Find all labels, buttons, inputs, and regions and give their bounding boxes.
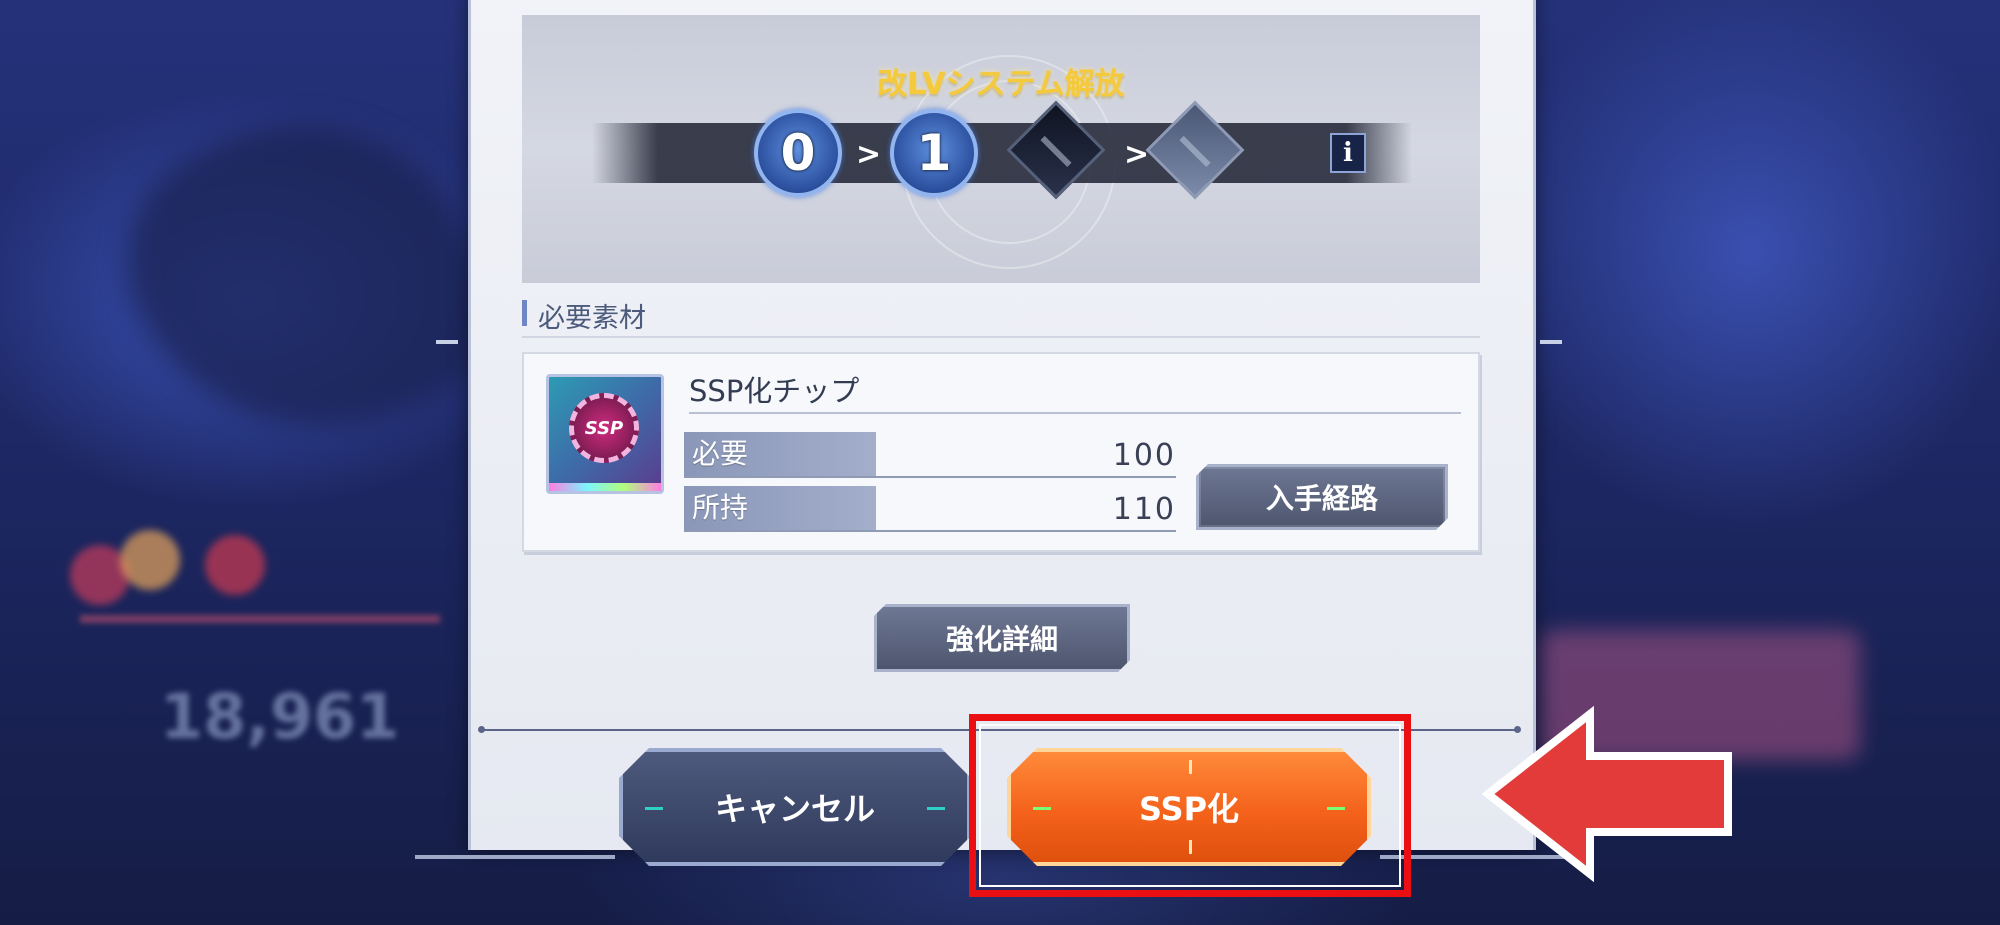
rarity-strip (549, 483, 661, 491)
material-card: SSP SSP化チップ 必要 100 所持 110 入手経路 (522, 352, 1480, 552)
required-label: 必要 (684, 432, 876, 476)
divider (689, 412, 1461, 414)
material-name: SSP化チップ (689, 374, 860, 408)
acquisition-route-button[interactable]: 入手経路 (1196, 464, 1448, 530)
info-button[interactable]: i (1330, 133, 1366, 173)
level-track (592, 123, 1412, 183)
section-marker (522, 300, 527, 326)
arrow-right-icon: > (1124, 137, 1150, 172)
frame-tick (436, 340, 458, 344)
background-badge (205, 535, 265, 595)
frame-edge (415, 855, 615, 859)
section-title: 必要素材 (538, 303, 646, 334)
red-arrow-icon (1481, 706, 1732, 882)
rank-emblem-icon (1145, 100, 1245, 200)
owned-value: 110 (1112, 492, 1176, 527)
button-accent (645, 807, 663, 810)
highlight-inner-border (979, 724, 1401, 887)
required-materials-header: 必要素材 (522, 294, 1480, 338)
kai-lv-banner: 改LVシステム解放 0 > 1 > i (522, 15, 1480, 283)
background-number: 18,961 (160, 680, 400, 753)
owned-row: 所持 110 (684, 486, 1176, 532)
divider-dot (478, 726, 485, 733)
frame-tick (1540, 340, 1562, 344)
enhancement-detail-button[interactable]: 強化詳細 (874, 604, 1130, 672)
cancel-label: キャンセル (714, 790, 875, 828)
chip-gear-icon: SSP (569, 393, 639, 463)
level-from-badge: 0 (754, 109, 842, 197)
background-bar (80, 615, 440, 623)
cancel-button[interactable]: キャンセル (619, 748, 971, 866)
banner-title: 改LVシステム解放 (877, 67, 1125, 102)
ssp-chip-icon[interactable]: SSP (546, 374, 664, 494)
background-silhouette (87, 65, 523, 495)
required-value: 100 (1112, 438, 1176, 473)
level-to-badge: 1 (890, 109, 978, 197)
background-badge (120, 530, 180, 590)
arrow-right-icon: > (856, 137, 882, 172)
button-accent (927, 807, 945, 810)
owned-label: 所持 (684, 486, 876, 530)
required-row: 必要 100 (684, 432, 1176, 478)
